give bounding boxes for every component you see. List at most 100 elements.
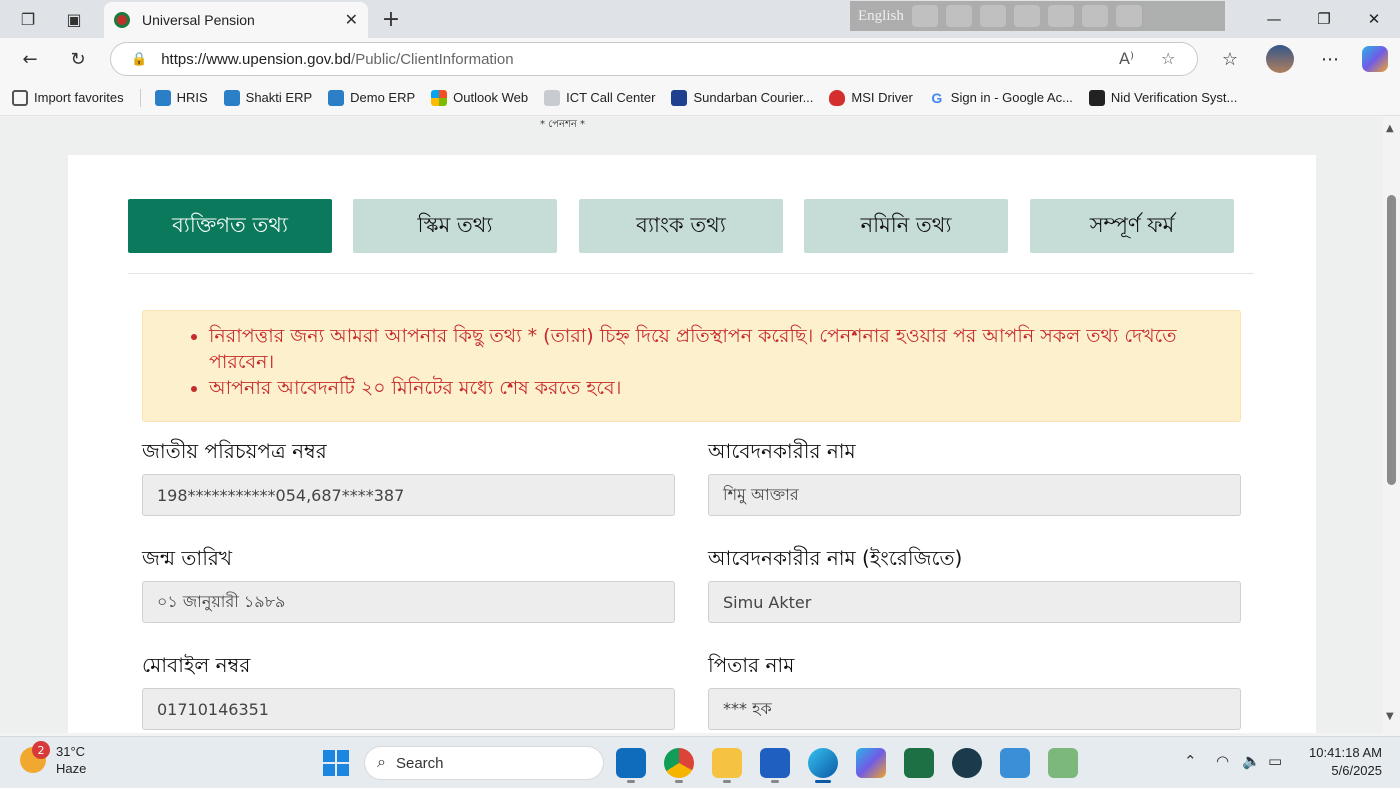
taskbar-search[interactable]: ⌕ Search — [364, 746, 604, 780]
import-icon — [12, 89, 28, 106]
profile-avatar[interactable] — [1266, 45, 1294, 73]
excel-app-icon[interactable] — [904, 748, 934, 778]
notice-item: আপনার আবেদনটি ২০ মিনিটের মধ্যে শেষ করতে … — [209, 375, 1220, 401]
ime-option-icon[interactable] — [979, 5, 1006, 27]
back-icon[interactable]: ← — [16, 46, 44, 72]
angular-icon — [1088, 89, 1105, 106]
applicant-name-en-label: আবেদনকারীর নাম (ইংরেজিতে) — [708, 546, 963, 570]
ime-dropdown-icon[interactable] — [911, 5, 938, 27]
weather-widget[interactable]: 2 31°C Haze — [20, 741, 87, 777]
weather-temp: 31°C — [56, 744, 86, 759]
msi-shield-icon — [829, 89, 846, 106]
search-icon: ⌕ — [377, 754, 386, 771]
search-label: Search — [395, 754, 444, 772]
ime-help-icon[interactable] — [1081, 5, 1108, 27]
windows-start-icon[interactable] — [323, 750, 349, 776]
bookmark-outlook-web[interactable]: Outlook Web — [431, 89, 528, 106]
app-active-indicator — [815, 780, 831, 783]
n-app-icon[interactable] — [952, 748, 982, 778]
file-explorer-icon[interactable] — [712, 748, 742, 778]
father-name-field[interactable]: *** হক — [708, 688, 1241, 730]
tray-overflow-icon[interactable]: ⌃ — [1184, 752, 1197, 770]
app-running-indicator — [723, 780, 731, 783]
nid-field[interactable]: 198***********054,687****387 — [142, 474, 675, 516]
browser-tab-active[interactable]: Universal Pension ✕ — [104, 2, 368, 38]
ime-option-icon[interactable] — [1047, 5, 1074, 27]
bookmark-import-favorites[interactable]: Import favorites — [12, 89, 124, 106]
weather-desc: Haze — [56, 761, 87, 776]
applicant-name-label: আবেদনকারীর নাম — [708, 439, 856, 463]
bookmark-nid-verification[interactable]: Nid Verification Syst... — [1088, 89, 1237, 106]
refresh-icon[interactable]: ↻ — [64, 46, 92, 72]
applicant-name-field[interactable]: শিমু আক্তার — [708, 474, 1241, 516]
bookmarks-bar: Import favorites HRIS Shakti ERP Demo ER… — [0, 80, 1400, 116]
step-personal-info[interactable]: ব্যক্তিগত তথ্য — [128, 199, 332, 253]
dob-field[interactable]: ০১ জানুয়ারী ১৯৮৯ — [142, 581, 675, 623]
scroll-down-icon[interactable]: ▼ — [1386, 711, 1394, 722]
scrollbar-thumb[interactable] — [1387, 195, 1396, 485]
mobile-label: মোবাইল নম্বর — [142, 653, 251, 677]
remote-desktop-icon[interactable] — [1000, 748, 1030, 778]
lock-icon[interactable]: 🔒 — [131, 52, 147, 67]
minimize-window-icon[interactable]: — — [1254, 6, 1294, 32]
workspaces-icon[interactable]: ❐ — [14, 6, 42, 32]
form-card: ব্যক্তিগত তথ্য স্কিম তথ্য ব্যাংক তথ্য নম… — [68, 155, 1316, 733]
copilot-app-icon[interactable] — [856, 748, 886, 778]
bookmark-ict-call-center[interactable]: ICT Call Center — [544, 89, 655, 106]
system-clock[interactable]: 10:41:18 AM 5/6/2025 — [1309, 744, 1382, 780]
tab-title: Universal Pension — [142, 12, 255, 28]
weather-badge: 2 — [32, 741, 50, 759]
step-nominee-info[interactable]: নমিনি তথ্য — [804, 199, 1008, 253]
favorites-icon[interactable]: ☆ — [1216, 46, 1244, 72]
step-divider — [128, 273, 1254, 274]
more-options-icon[interactable]: ⋯ — [1316, 46, 1344, 72]
battery-icon[interactable]: ▭ — [1268, 752, 1282, 770]
edge-app-icon[interactable] — [808, 748, 838, 778]
address-bar[interactable]: 🔒 https://www.upension.gov.bd/Public/Cli… — [110, 42, 1198, 76]
app-running-indicator — [675, 780, 683, 783]
wifi-icon[interactable]: ◠ — [1216, 752, 1229, 770]
demo-erp-icon — [328, 89, 345, 106]
ime-settings-icon[interactable] — [1013, 5, 1040, 27]
volume-icon[interactable]: 🔈 — [1242, 752, 1261, 770]
upension-favicon-icon — [114, 12, 130, 28]
read-aloud-icon[interactable]: A⁾ — [1119, 49, 1134, 68]
word-app-icon[interactable] — [760, 748, 790, 778]
url-path: /Public/ClientInformation — [351, 50, 514, 68]
ime-language-label[interactable]: English — [858, 8, 904, 25]
app-running-indicator — [771, 780, 779, 783]
bookmark-separator — [139, 88, 141, 107]
scroll-up-icon[interactable]: ▲ — [1386, 123, 1394, 134]
bookmark-demo-erp[interactable]: Demo ERP — [328, 89, 415, 106]
bookmark-hris[interactable]: HRIS — [154, 89, 208, 106]
step-bank-info[interactable]: ব্যাংক তথ্য — [579, 199, 783, 253]
ime-toolbar[interactable]: English — [850, 1, 1225, 31]
mobile-field[interactable]: 01710146351 — [142, 688, 675, 730]
close-tab-icon[interactable]: ✕ — [345, 10, 358, 29]
microsoft-icon — [431, 89, 448, 106]
bookmark-sundarban-courier[interactable]: Sundarban Courier... — [671, 89, 813, 106]
applicant-name-en-field[interactable]: Simu Akter — [708, 581, 1241, 623]
sundarban-icon — [671, 89, 688, 106]
hris-icon — [154, 89, 171, 106]
bookmark-msi-driver[interactable]: MSI Driver — [829, 89, 913, 106]
step-complete-form[interactable]: সম্পূর্ণ ফর্ম — [1030, 199, 1234, 253]
ime-close-icon[interactable] — [1115, 5, 1142, 27]
notice-list: নিরাপত্তার জন্য আমরা আপনার কিছু তথ্য * (… — [209, 323, 1220, 401]
vertical-tabs-icon[interactable]: ▣ — [60, 6, 88, 32]
restore-window-icon[interactable]: ❐ — [1304, 6, 1344, 32]
ime-option-icon[interactable] — [945, 5, 972, 27]
favorite-star-icon[interactable]: ☆ — [1161, 49, 1175, 68]
bookmark-google-signin[interactable]: G Sign in - Google Ac... — [929, 90, 1073, 106]
4g-modem-icon[interactable] — [1048, 748, 1078, 778]
app-running-indicator — [627, 780, 635, 783]
google-icon: G — [931, 89, 943, 106]
close-window-icon[interactable]: ✕ — [1354, 6, 1394, 32]
new-tab-button[interactable]: + — [378, 6, 404, 32]
chrome-app-icon[interactable] — [664, 748, 694, 778]
outlook-app-icon[interactable] — [616, 748, 646, 778]
page-scrollbar[interactable]: ▲ ▼ — [1383, 117, 1400, 733]
step-scheme-info[interactable]: স্কিম তথ্য — [353, 199, 557, 253]
copilot-icon[interactable] — [1362, 46, 1388, 72]
bookmark-shakti-erp[interactable]: Shakti ERP — [223, 89, 312, 106]
